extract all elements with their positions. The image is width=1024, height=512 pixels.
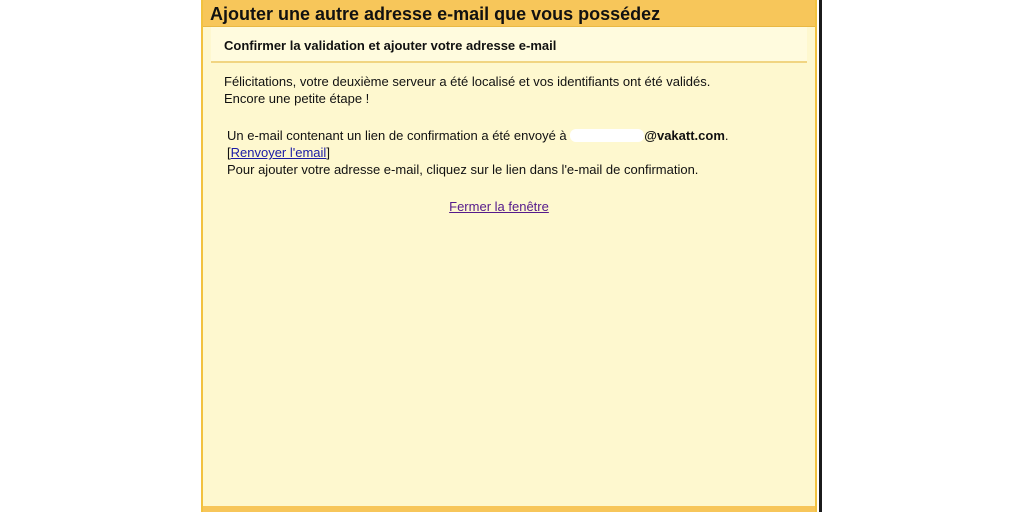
dialog-title: Ajouter une autre adresse e-mail que vou… [203, 0, 815, 27]
congrats-line-1: Félicitations, votre deuxième serveur a … [224, 74, 711, 89]
sent-line: Un e-mail contenant un lien de confirmat… [227, 127, 807, 144]
period: . [724, 128, 729, 143]
close-link-container: Fermer la fenêtre [211, 199, 807, 214]
dialog-body: Confirmer la validation et ajouter votre… [211, 27, 807, 512]
resend-email-link[interactable]: Renvoyer l'email [231, 145, 327, 160]
confirmation-message: Un e-mail contenant un lien de confirmat… [227, 127, 807, 178]
dialog-window: Ajouter une autre adresse e-mail que vou… [201, 0, 817, 512]
resend-line: [Renvoyer l'email] [227, 144, 807, 161]
sent-text: Un e-mail contenant un lien de confirmat… [227, 128, 567, 143]
close-window-link[interactable]: Fermer la fenêtre [449, 199, 549, 214]
dialog-bottom-border [203, 506, 815, 512]
email-at-sign: @ [644, 128, 657, 143]
congrats-line-2: Encore une petite étape ! [224, 91, 370, 106]
redacted-email-user [570, 129, 645, 142]
window-edge [819, 0, 822, 512]
instruction-line: Pour ajouter votre adresse e-mail, cliqu… [227, 162, 699, 177]
bracket-close: ] [326, 145, 330, 160]
section-header: Confirmer la validation et ajouter votre… [211, 27, 807, 63]
congratulations-message: Félicitations, votre deuxième serveur a … [224, 73, 807, 107]
email-domain: vakatt.com [656, 128, 725, 143]
